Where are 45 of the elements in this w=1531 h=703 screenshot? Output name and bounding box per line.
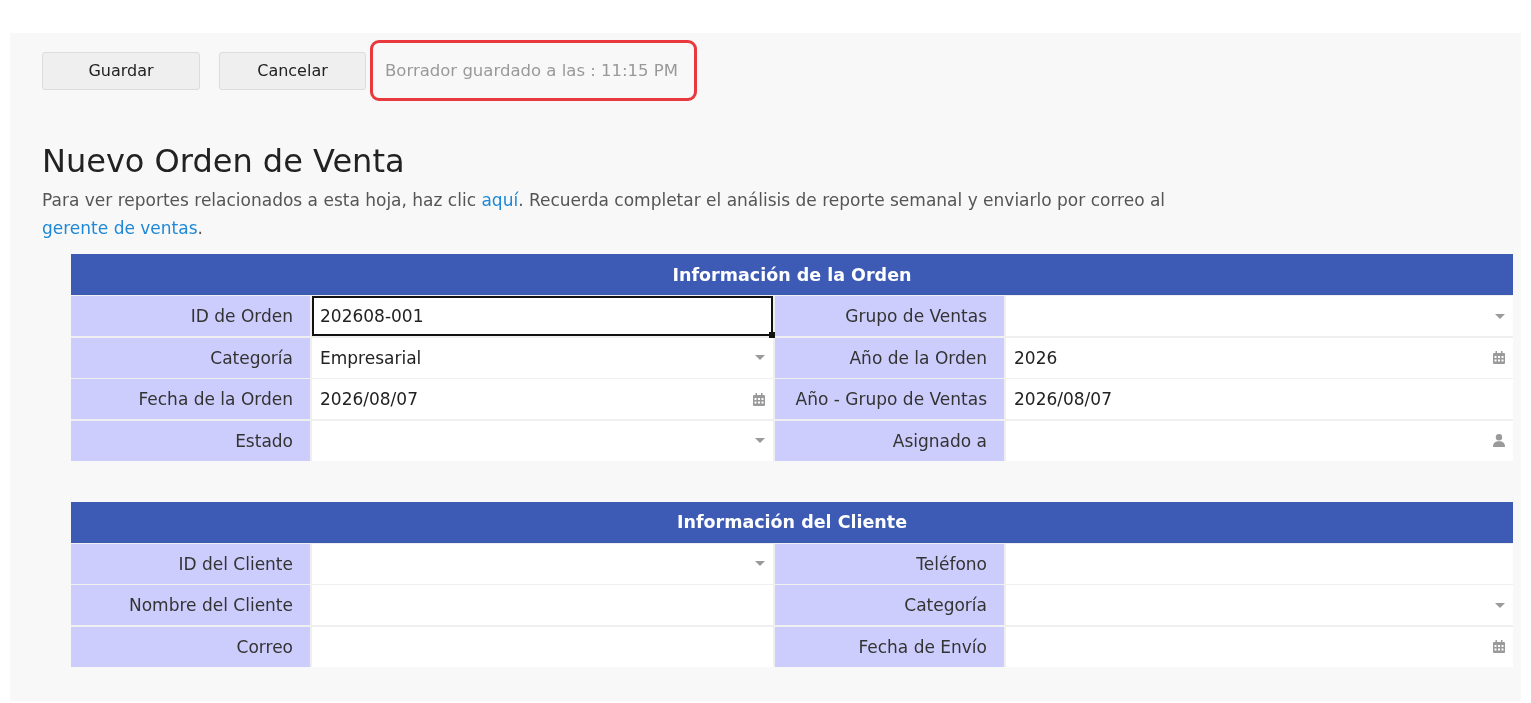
draft-status-text: Borrador guardado a las : 11:15 PM [370, 40, 697, 101]
section-header: Información de la Orden [71, 254, 1513, 295]
field-label: Nombre del Cliente [71, 585, 310, 625]
field-label: Categoría [775, 585, 1004, 625]
dropdown-field[interactable] [1006, 585, 1513, 625]
date-field[interactable]: 2026/08/07 [312, 379, 773, 419]
input-field[interactable]: 2026/08/07 [1006, 379, 1513, 419]
dropdown-field[interactable]: Empresarial [312, 337, 773, 378]
calendar-icon [1493, 640, 1505, 653]
field-label: Asignado a [775, 420, 1004, 461]
field-label: Grupo de Ventas [775, 296, 1004, 336]
caret-down-icon [755, 438, 765, 443]
person-picker-field[interactable] [1006, 420, 1513, 461]
field-label: Teléfono [775, 543, 1004, 584]
field-label: Año de la Orden [775, 337, 1004, 378]
field-label: Estado [71, 420, 310, 461]
caret-down-icon [1495, 313, 1505, 319]
input-field[interactable]: 202608-001 [312, 296, 773, 336]
dropdown-field[interactable] [312, 543, 773, 584]
caret-down-icon [755, 561, 765, 566]
calendar-icon [1493, 351, 1505, 364]
section-header: Información del Cliente [71, 501, 1513, 543]
fill-handle[interactable] [769, 332, 775, 338]
link[interactable]: aquí [481, 190, 519, 210]
description-text: Para ver reportes relacionados a esta hoja, haz clic aquí. Recuerda completar el análisis de reporte semanal y enviarlo por correo al gerente de ventas. [42, 189, 1167, 240]
toolbar-button[interactable]: Guardar [42, 51, 200, 90]
link[interactable]: gerente de ventas [42, 218, 198, 238]
field-label: Correo [71, 626, 310, 667]
dropdown-field[interactable] [312, 420, 773, 461]
person-icon [1493, 434, 1505, 447]
field-label: ID de Orden [71, 296, 310, 336]
toolbar-button[interactable]: Cancelar [219, 51, 366, 90]
field-label: ID del Cliente [71, 543, 310, 584]
caret-down-icon [755, 355, 765, 360]
date-field[interactable]: 2026 [1006, 337, 1513, 378]
field-label: Fecha de Envío [775, 626, 1004, 667]
field-label: Año - Grupo de Ventas [775, 379, 1004, 419]
field-label: Fecha de la Orden [71, 379, 310, 419]
dropdown-field[interactable] [1006, 296, 1513, 336]
date-field[interactable] [1006, 626, 1513, 667]
field-label: Categoría [71, 337, 310, 378]
caret-down-icon [1495, 602, 1505, 608]
calendar-icon [753, 392, 765, 406]
page-title: Nuevo Orden de Venta [42, 141, 406, 181]
input-field[interactable] [1006, 543, 1513, 584]
